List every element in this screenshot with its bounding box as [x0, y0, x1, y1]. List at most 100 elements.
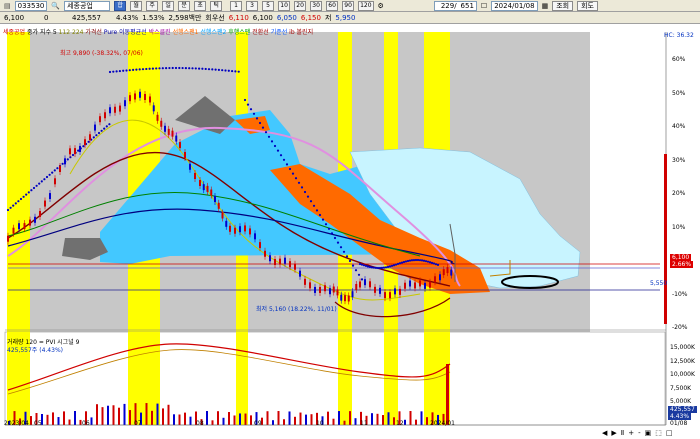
interval-1[interactable]: 1	[230, 0, 243, 11]
btn-week[interactable]: 주	[146, 0, 159, 11]
chart-control-button[interactable]: ⬚	[655, 429, 662, 437]
sar-dot	[426, 260, 430, 263]
btn-hour[interactable]: 틱	[210, 0, 223, 11]
stock-code-field[interactable]: 033530	[14, 0, 48, 11]
sar-dot	[279, 154, 283, 157]
info-label: 회우선	[205, 13, 225, 22]
volume-bar	[123, 403, 126, 425]
interval-60[interactable]: 60	[326, 0, 339, 11]
sar-dot	[336, 241, 340, 244]
candle-body	[239, 226, 241, 233]
candle-body	[434, 276, 436, 283]
interval-3[interactable]: 3	[246, 0, 259, 11]
chart-control-button[interactable]: -	[638, 429, 641, 437]
sar-dot	[141, 68, 145, 71]
volume-bar	[404, 419, 406, 425]
sar-dot	[291, 172, 295, 175]
sar-dot	[105, 125, 108, 128]
legend-item: Pure 이동평균선	[103, 29, 149, 36]
sar-dot	[249, 108, 253, 111]
sar-dot	[390, 264, 394, 267]
candle-body	[269, 255, 271, 262]
sar-dot	[103, 127, 106, 130]
volume-bar	[57, 417, 60, 425]
candle-body	[210, 189, 213, 196]
volume-bar	[96, 404, 98, 425]
date-field[interactable]: 2024/01/08	[491, 0, 538, 11]
settings-icon[interactable]: ⚙	[378, 2, 384, 10]
stock-name-field[interactable]: 세종공업	[64, 0, 111, 11]
sar-dot	[394, 263, 398, 266]
interval-120[interactable]: 120	[358, 0, 374, 11]
interval-20[interactable]: 20	[294, 0, 307, 11]
sar-dot	[360, 278, 364, 281]
count-field[interactable]: 229/651	[433, 0, 477, 11]
sar-dot	[181, 66, 184, 70]
sar-dot	[191, 67, 194, 70]
menu-icon[interactable]: ▤	[4, 2, 11, 10]
sar-dot	[420, 259, 424, 262]
chart-control-button[interactable]: ▣	[645, 429, 652, 437]
btn-sum[interactable]: 합	[114, 0, 127, 11]
vol-tick-label: 5,000K	[670, 398, 692, 405]
candle-body	[279, 258, 281, 265]
candle-body	[139, 91, 141, 98]
reset-button[interactable]: 회도	[577, 0, 598, 11]
sar-dot	[168, 66, 171, 70]
chart-control-button[interactable]: Ⅱ	[621, 429, 624, 437]
volume-bar	[332, 418, 335, 425]
candle-body	[144, 93, 146, 100]
chart-control-button[interactable]: ◀	[602, 429, 607, 437]
search-icon[interactable]: 🔍	[51, 2, 60, 10]
volume-bar	[266, 411, 269, 425]
query-button[interactable]: 조회	[552, 0, 574, 11]
interval-90[interactable]: 90	[342, 0, 355, 11]
sar-dot	[273, 144, 277, 148]
candle-body	[289, 261, 291, 268]
volume-bar	[118, 407, 120, 425]
checkbox-icon[interactable]: ☐	[481, 2, 487, 10]
sar-dot	[174, 66, 178, 70]
sar-dot	[370, 266, 374, 269]
volume-bar	[173, 414, 175, 425]
sar-dot	[108, 123, 111, 126]
candle-body	[109, 107, 111, 114]
sar-dot	[357, 273, 361, 276]
chart-control-button[interactable]: □	[666, 429, 673, 437]
sar-dot	[40, 180, 43, 183]
stock-chart[interactable]	[0, 24, 700, 439]
volume-bar	[420, 411, 423, 425]
sar-dot	[364, 264, 368, 268]
interval-10[interactable]: 10	[278, 0, 291, 11]
btn-min[interactable]: 분	[178, 0, 191, 11]
interval-5[interactable]: 5	[262, 0, 275, 11]
candle-body	[179, 142, 181, 149]
current-rate-box: 2.66%	[670, 261, 694, 268]
sar-dot	[108, 70, 112, 74]
btn-day[interactable]: 일	[162, 0, 175, 11]
candle-body	[384, 292, 386, 299]
volume-bar	[63, 411, 65, 425]
calendar-icon[interactable]: ▦	[542, 2, 549, 10]
sar-dot	[414, 258, 418, 262]
sar-dot	[77, 149, 80, 152]
interval-30[interactable]: 30	[310, 0, 323, 11]
btn-month[interactable]: 월	[130, 0, 143, 11]
sar-dot	[38, 182, 41, 185]
yellow-band-lower	[338, 332, 352, 425]
candle-body	[149, 96, 151, 103]
btn-tick[interactable]: 초	[194, 0, 207, 11]
interval-selector[interactable]: 1 3 5 10 20 30 60 90 120	[226, 0, 374, 11]
sar-dot	[9, 206, 12, 209]
legend-item: 박스클린	[148, 29, 173, 36]
sar-dot	[258, 121, 262, 125]
prev-label: 저	[324, 13, 332, 22]
chart-control-button[interactable]: ▶	[611, 429, 616, 437]
pct-tick-label: 40%	[672, 123, 686, 130]
lower-legend-2: 425,557주 (4.43%)	[7, 347, 63, 354]
volume-bar	[107, 405, 109, 425]
chart-control-button[interactable]: +	[628, 429, 634, 437]
sar-dot	[135, 68, 138, 71]
candle-body	[259, 242, 261, 249]
total-value: 651	[460, 1, 474, 10]
